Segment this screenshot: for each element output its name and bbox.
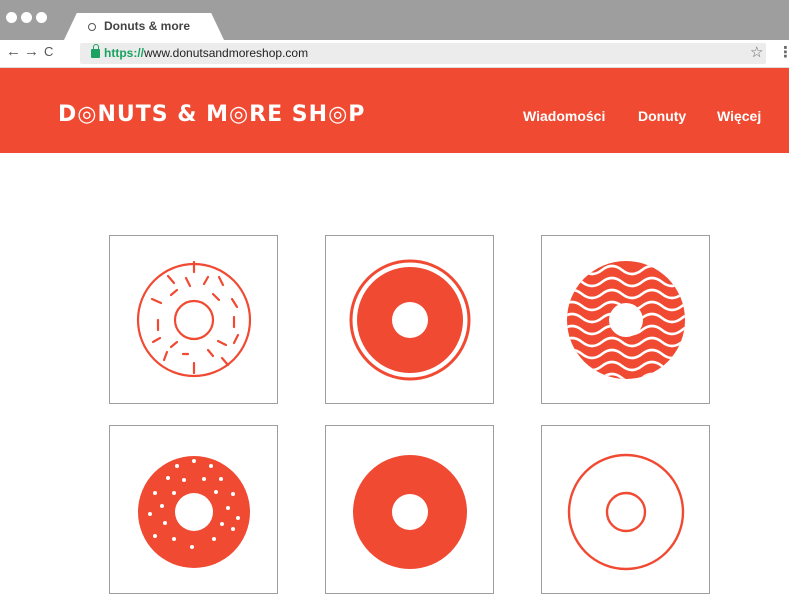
nav-link-wiecej[interactable]: Więcej <box>717 108 761 124</box>
dotted-sprinkle-donut-icon <box>138 456 250 568</box>
back-arrow-icon[interactable]: ← <box>6 43 21 61</box>
forward-arrow-icon[interactable]: → <box>24 43 39 61</box>
lock-icon <box>91 44 100 58</box>
product-card-solid[interactable] <box>325 425 494 594</box>
bookmark-star-icon[interactable]: ☆ <box>750 43 763 61</box>
solid-donut-icon <box>353 455 467 569</box>
outline-donut-icon <box>567 453 685 571</box>
ringed-solid-donut-icon <box>349 259 471 381</box>
url-host: www.donutsandmoreshop.com <box>144 46 309 60</box>
maximize-window-icon[interactable] <box>36 12 47 23</box>
nav-link-donuty[interactable]: Donuty <box>638 108 686 124</box>
site-logo[interactable]: D◎NUTS & M◎RE SH◎P <box>58 102 365 127</box>
wavy-glazed-donut-icon <box>567 261 685 379</box>
product-card-dotted-sprinkle[interactable] <box>109 425 278 594</box>
tab-favicon-icon <box>88 23 96 31</box>
product-card-outline[interactable] <box>541 425 710 594</box>
url-text[interactable]: https://www.donutsandmoreshop.com <box>104 46 308 60</box>
product-card-wavy-glazed[interactable] <box>541 235 710 404</box>
nav-link-wiadomosci[interactable]: Wiadomości <box>523 108 605 124</box>
product-card-sprinkle-outline[interactable] <box>109 235 278 404</box>
browser-menu-icon[interactable]: ⋮ <box>778 43 789 61</box>
product-card-ringed-solid[interactable] <box>325 235 494 404</box>
close-window-icon[interactable] <box>6 12 17 23</box>
minimize-window-icon[interactable] <box>21 12 32 23</box>
tab-title: Donuts & more <box>104 19 191 33</box>
reload-icon[interactable]: C <box>44 43 53 61</box>
url-scheme: https:// <box>104 46 144 60</box>
sprinkle-outline-donut-icon <box>136 260 252 378</box>
